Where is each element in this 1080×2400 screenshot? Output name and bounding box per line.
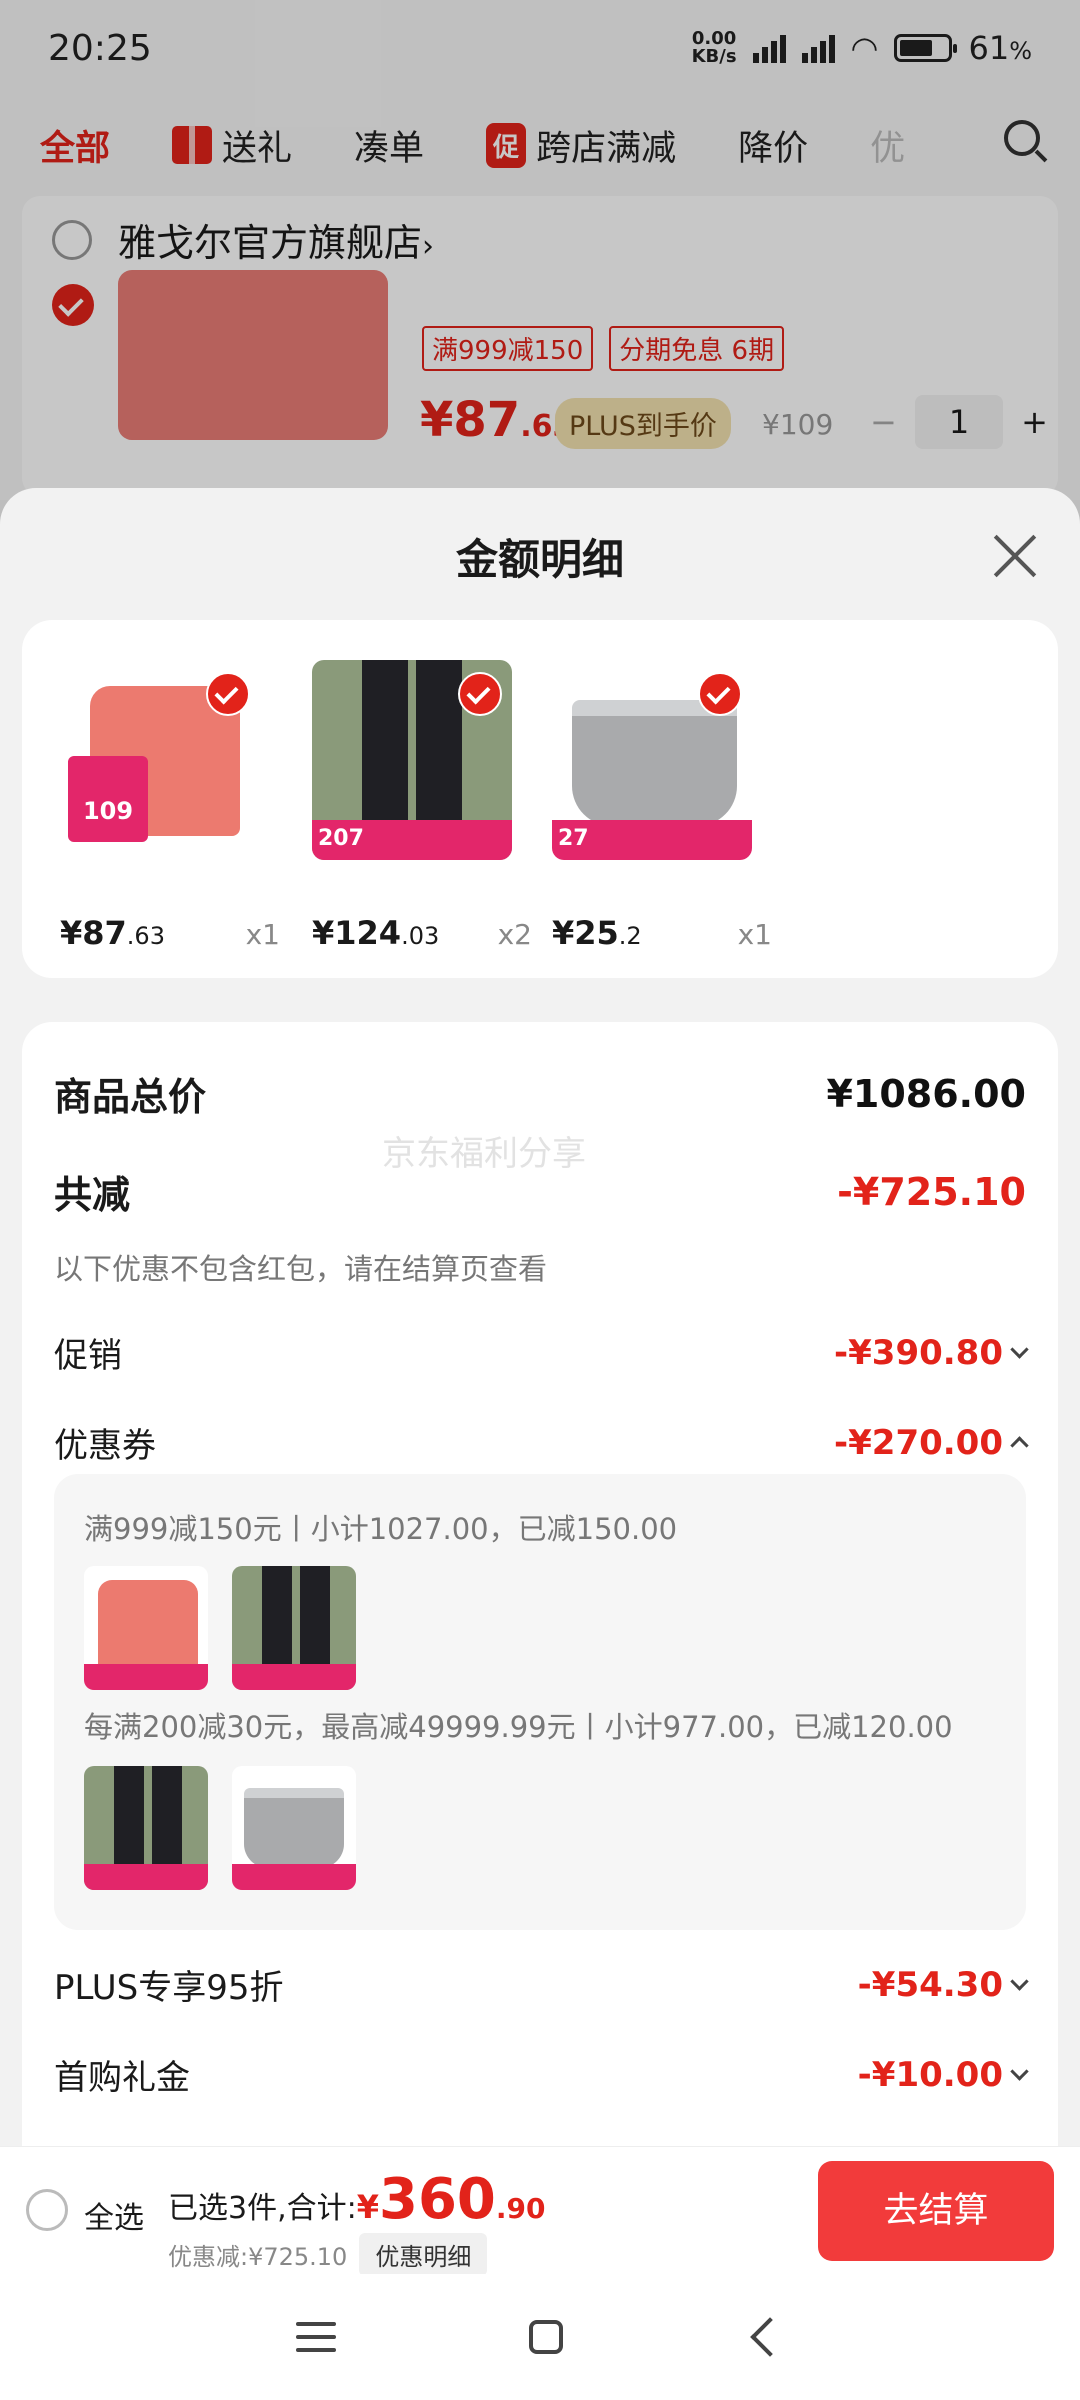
coupon-detail-box: 满999减150元丨小计1027.00，已减150.00 每满200减30元，最… [54, 1474, 1026, 1930]
price-tag: 207 [318, 826, 364, 851]
coupon-product-thumb [232, 1566, 356, 1690]
system-navbar [0, 2274, 1080, 2400]
product-image: 27 [552, 660, 752, 860]
product-qty: x1 [245, 918, 280, 951]
promo-label: 促销 [54, 1336, 122, 1376]
coupon-label: 优惠券 [54, 1426, 156, 1466]
discount-summary: 优惠减:¥725.10 优惠明细 [168, 2233, 488, 2276]
close-icon[interactable] [992, 532, 1038, 578]
product-qty: x2 [497, 918, 532, 951]
select-all-label[interactable]: 全选 [84, 2193, 144, 2237]
discount-detail-button[interactable]: 优惠明细 [359, 2233, 488, 2276]
redpacket-note: 以下优惠不包含红包，请在结算页查看 [54, 1252, 548, 1286]
checkout-button[interactable]: 去结算 [818, 2161, 1054, 2261]
selected-summary: 已选3件,合计:¥360.90 [168, 2167, 546, 2232]
chevron-down-icon [1010, 1972, 1029, 1991]
product-price: ¥87.63 [60, 914, 165, 952]
product-image: 109 [60, 660, 260, 860]
coupon-value: -¥270.00 [834, 1423, 1029, 1463]
menu-icon[interactable] [296, 2322, 337, 2352]
total-amount: 360 [379, 2167, 496, 2232]
gift-value: -¥10.00 [858, 2055, 1029, 2095]
gift-label: 首购礼金 [54, 2058, 190, 2098]
promo-value: -¥390.80 [834, 1333, 1029, 1373]
total-row: 商品总价 ¥1086.00 [54, 1066, 1026, 1121]
product-item[interactable]: 109 ¥87.63 x1 [60, 660, 280, 952]
product-price: ¥25.2 [552, 914, 642, 952]
price-tag: 27 [558, 826, 589, 851]
checkout-bar: 全选 已选3件,合计:¥360.90 优惠减:¥725.10 优惠明细 去结算 [0, 2146, 1080, 2276]
total-label: 商品总价 [54, 1075, 207, 1119]
product-price: ¥124.03 [312, 914, 440, 952]
promo-row[interactable]: 促销 -¥390.80 [54, 1328, 1029, 1377]
plus-row[interactable]: PLUS专享95折 -¥54.30 [54, 1960, 1029, 2009]
product-item[interactable]: 207 ¥124.03 x2 [312, 660, 532, 952]
coupon-product-thumb [84, 1566, 208, 1690]
selected-products: 109 ¥87.63 x1 207 ¥124.03 x2 27 ¥25.2 x1 [22, 620, 1058, 978]
sheet-title: 金额明细 [455, 535, 624, 584]
product-item[interactable]: 27 ¥25.2 x1 [552, 660, 772, 952]
check-icon [698, 672, 742, 716]
reduce-label: 共减 [54, 1173, 131, 1217]
product-qty: x1 [737, 918, 772, 951]
back-icon[interactable] [749, 2317, 790, 2357]
product-image: 207 [312, 660, 512, 860]
coupon-rule-2: 每满200减30元，最高减49999.99元丨小计977.00，已减120.00 [84, 1710, 953, 1744]
check-icon [206, 672, 250, 716]
check-icon [458, 672, 502, 716]
home-icon[interactable] [528, 2320, 563, 2354]
plus-value: -¥54.30 [858, 1965, 1029, 2005]
amount-detail-sheet: 金额明细 109 ¥87.63 x1 207 ¥124.03 x2 27 ¥25… [0, 488, 1080, 2400]
coupon-row[interactable]: 优惠券 -¥270.00 [54, 1418, 1029, 1467]
chevron-down-icon [1010, 1340, 1029, 1359]
price-tag: 109 [68, 756, 148, 842]
select-all-radio[interactable] [26, 2189, 68, 2231]
gift-row[interactable]: 首购礼金 -¥10.00 [54, 2050, 1029, 2099]
coupon-rule-1: 满999减150元丨小计1027.00，已减150.00 [84, 1512, 678, 1546]
total-value: ¥1086.00 [826, 1071, 1026, 1116]
plus-label: PLUS专享95折 [54, 1968, 284, 2008]
reduce-row: 共减 -¥725.10 [54, 1164, 1026, 1219]
chevron-up-icon [1010, 1436, 1029, 1455]
reduce-value: -¥725.10 [837, 1169, 1026, 1214]
coupon-product-thumb [232, 1766, 356, 1890]
chevron-down-icon [1010, 2062, 1029, 2081]
coupon-product-thumb [84, 1766, 208, 1890]
